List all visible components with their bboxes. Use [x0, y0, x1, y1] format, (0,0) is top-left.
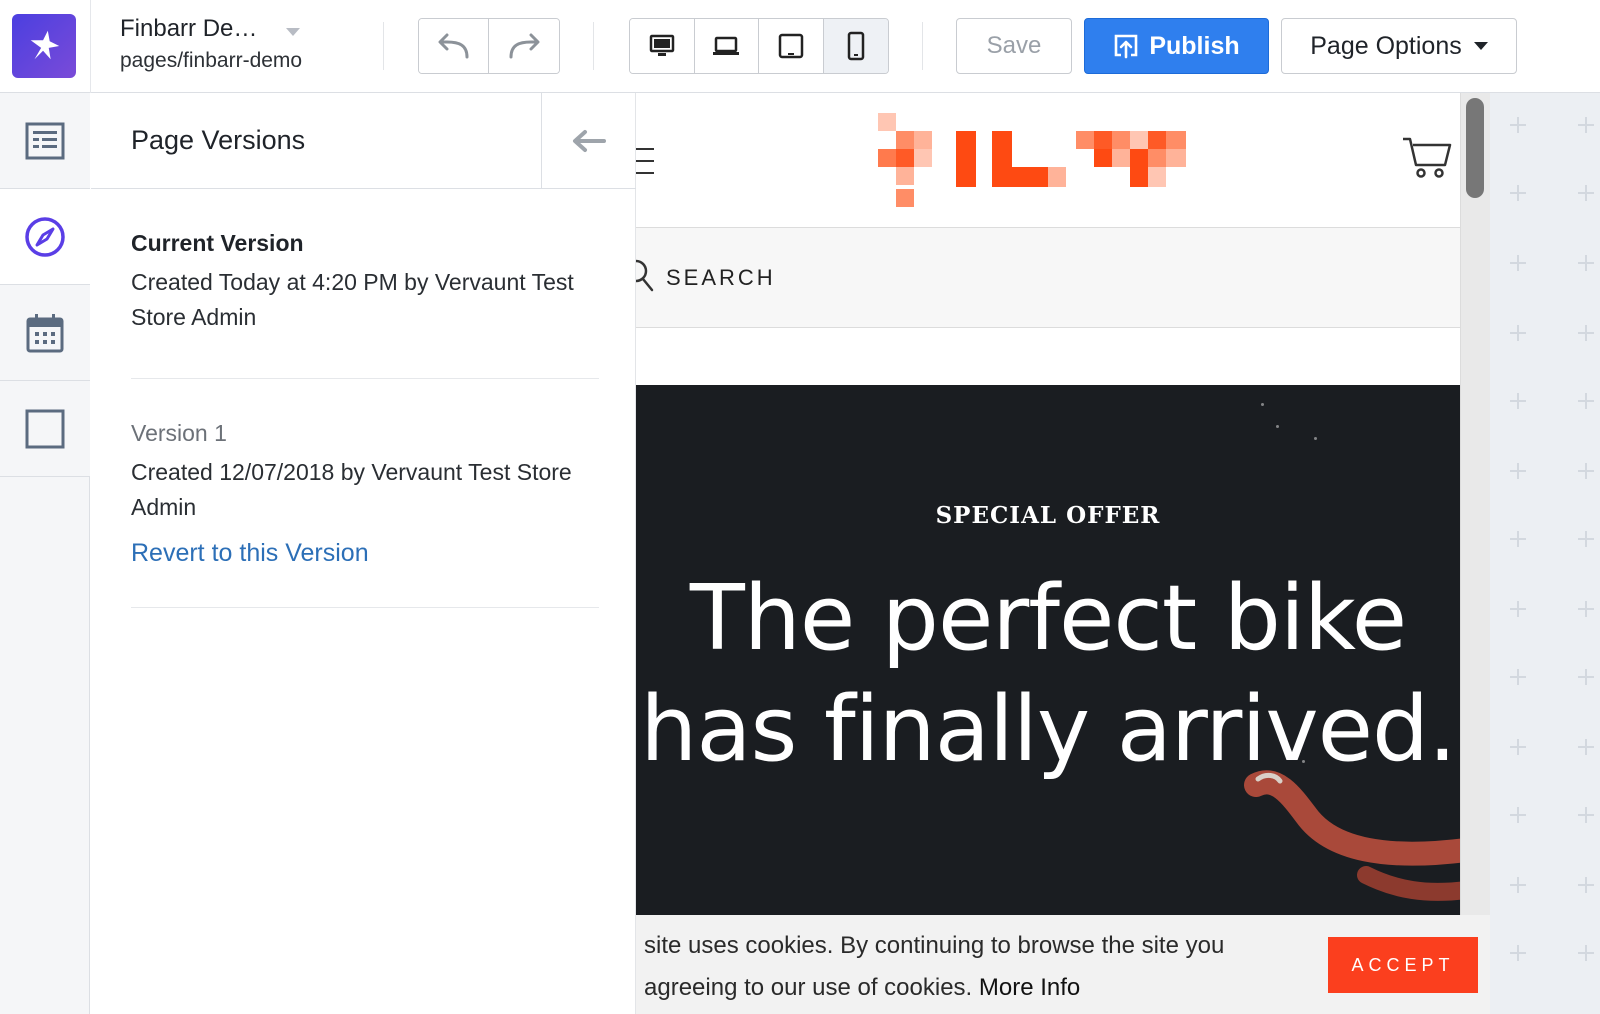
app-logo-button[interactable] — [12, 14, 76, 78]
page-path: pages/finbarr-demo — [120, 49, 303, 72]
redo-button[interactable] — [489, 19, 559, 73]
hamburger-menu-icon[interactable] — [636, 148, 654, 184]
scrollbar-thumb[interactable] — [1466, 98, 1484, 198]
toolbar-separator — [593, 22, 594, 70]
undo-button[interactable] — [419, 19, 489, 73]
divider — [131, 607, 599, 608]
site-preview-frame: SEARCH SPECIAL OFFER The perfect bike ha… — [636, 93, 1490, 1014]
page-versions-panel: Page Versions Current Version Created To… — [91, 93, 636, 1014]
accept-cookies-button[interactable]: ACCEPT — [1328, 937, 1478, 993]
search-icon — [636, 259, 654, 292]
device-tablet-button[interactable] — [759, 19, 824, 73]
chevron-down-icon — [1473, 42, 1488, 50]
device-mobile-button[interactable] — [823, 19, 888, 73]
rail-item-versions[interactable] — [0, 189, 90, 285]
brand-logo-pixelated — [878, 113, 1186, 207]
version-description: Created Today at 4:20 PM by Vervaunt Tes… — [131, 269, 574, 330]
page-dropdown-caret-icon[interactable] — [286, 28, 300, 36]
site-header — [636, 93, 1460, 228]
cookie-text: site uses cookies. By continuing to brow… — [644, 932, 1225, 1001]
publish-label: Publish — [1149, 31, 1240, 60]
rail-item-blank[interactable] — [0, 381, 90, 477]
revert-version-link[interactable]: Revert to this Version — [131, 539, 369, 568]
version-description: Created 12/07/2018 by Vervaunt Test Stor… — [131, 459, 572, 520]
hero-kicker: SPECIAL OFFER — [935, 502, 1161, 529]
cookie-banner: site uses cookies. By continuing to brow… — [636, 915, 1490, 1014]
undo-icon — [438, 33, 468, 59]
hero-headline: The perfect bike has finally arrived. — [640, 566, 1456, 782]
hero-banner: SPECIAL OFFER The perfect bike has final… — [636, 385, 1490, 915]
site-search-bar[interactable]: SEARCH — [636, 228, 1460, 328]
search-label: SEARCH — [666, 265, 776, 290]
toolbar-separator — [383, 22, 384, 70]
laptop-icon — [713, 36, 740, 55]
rail-item-schedule[interactable] — [0, 285, 90, 381]
divider — [131, 378, 599, 379]
toolbar-divider — [90, 0, 91, 93]
shopping-cart-icon[interactable] — [1401, 135, 1453, 181]
device-laptop-button[interactable] — [694, 19, 759, 73]
save-button[interactable]: Save — [956, 18, 1072, 74]
left-icon-rail — [0, 93, 90, 1014]
calendar-icon — [26, 313, 64, 352]
arrow-left-icon — [573, 130, 606, 152]
page-options-dropdown[interactable]: Page Options — [1281, 18, 1517, 74]
collapse-panel-button[interactable] — [541, 93, 636, 189]
publish-button[interactable]: Publish — [1084, 18, 1269, 74]
publish-upload-icon — [1115, 34, 1138, 59]
compass-icon — [25, 216, 65, 257]
redo-icon — [509, 33, 540, 59]
desktop-icon — [649, 34, 674, 56]
page-name[interactable]: Finbarr De… — [120, 15, 257, 43]
sparkle-logo-icon — [30, 30, 60, 60]
version-title: Version 1 — [131, 420, 227, 446]
device-switcher — [629, 18, 889, 74]
history-button-group — [418, 18, 560, 74]
mobile-icon — [847, 31, 864, 61]
square-icon — [25, 409, 65, 448]
editor-toolbar: Finbarr De… pages/finbarr-demo Save Publ… — [0, 0, 1600, 93]
toolbar-separator — [922, 22, 923, 70]
more-info-link[interactable]: More Info — [979, 974, 1080, 1001]
bike-handlebar-image — [1244, 770, 1466, 901]
preview-scrollbar[interactable] — [1460, 93, 1490, 1014]
version-1: Version 1 Created 12/07/2018 by Vervaunt… — [131, 420, 599, 568]
rail-item-layout[interactable] — [0, 93, 90, 189]
panel-title: Page Versions — [131, 125, 306, 155]
page-options-label: Page Options — [1310, 31, 1462, 60]
version-title: Current Version — [131, 230, 304, 256]
layout-list-icon — [25, 122, 65, 159]
panel-header: Page Versions — [91, 93, 636, 189]
cookie-message: site uses cookies. By continuing to brow… — [644, 925, 1309, 1009]
version-current: Current Version Created Today at 4:20 PM… — [131, 230, 599, 335]
device-desktop-button[interactable] — [630, 19, 695, 73]
tablet-icon — [778, 33, 803, 59]
canvas-grid — [1490, 93, 1600, 1014]
